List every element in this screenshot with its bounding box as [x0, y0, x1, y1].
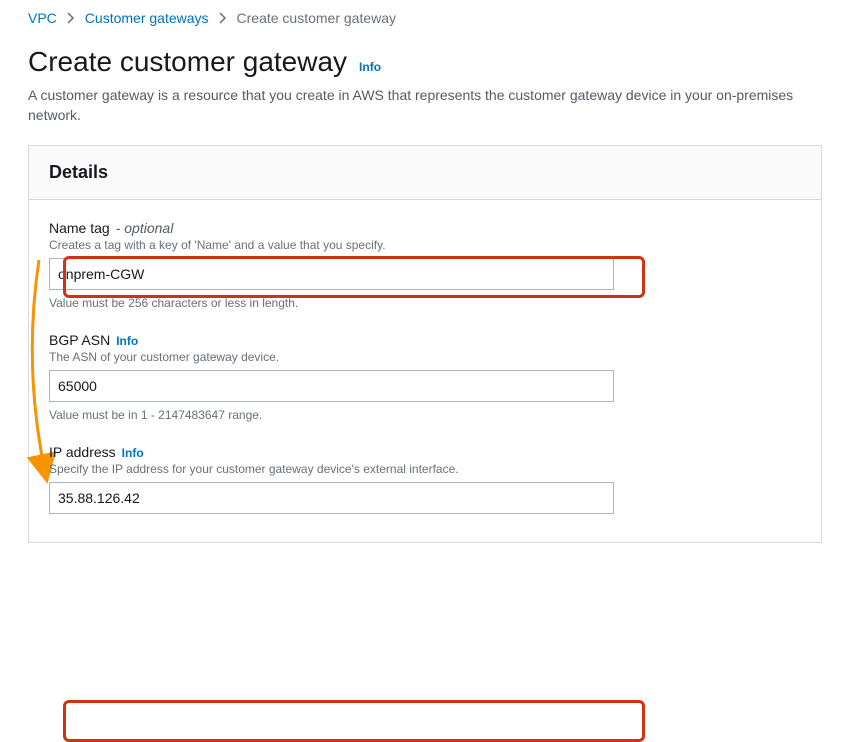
- breadcrumb-customer-gateways[interactable]: Customer gateways: [85, 10, 209, 26]
- panel-body: Name tag optional Creates a tag with a k…: [29, 200, 821, 542]
- page-info-link[interactable]: Info: [359, 60, 381, 74]
- ip-address-info-link[interactable]: Info: [122, 446, 144, 460]
- ip-address-subtext: Specify the IP address for your customer…: [49, 462, 801, 476]
- bgp-asn-label-row: BGP ASN Info: [49, 332, 801, 348]
- name-tag-helper: Value must be 256 characters or less in …: [49, 296, 801, 310]
- ip-address-label: IP address: [49, 444, 116, 460]
- breadcrumb-vpc[interactable]: VPC: [28, 10, 57, 26]
- field-name-tag: Name tag optional Creates a tag with a k…: [49, 220, 801, 310]
- chevron-right-icon: [67, 12, 75, 24]
- chevron-right-icon: [219, 12, 227, 24]
- bgp-asn-helper: Value must be in 1 - 2147483647 range.: [49, 408, 801, 422]
- bgp-asn-info-link[interactable]: Info: [116, 334, 138, 348]
- bgp-asn-label: BGP ASN: [49, 332, 110, 348]
- name-tag-label-row: Name tag optional: [49, 220, 801, 236]
- field-bgp-asn: BGP ASN Info The ASN of your customer ga…: [49, 332, 801, 422]
- field-ip-address: IP address Info Specify the IP address f…: [49, 444, 801, 514]
- page-title: Create customer gateway: [28, 46, 347, 78]
- breadcrumb: VPC Customer gateways Create customer ga…: [28, 8, 822, 46]
- ip-address-label-row: IP address Info: [49, 444, 801, 460]
- annotation-highlight: [63, 700, 645, 742]
- panel-header: Details: [29, 146, 821, 200]
- details-panel: Details Name tag optional Creates a tag …: [28, 145, 822, 543]
- page-title-row: Create customer gateway Info: [28, 46, 822, 78]
- bgp-asn-input[interactable]: [49, 370, 614, 402]
- name-tag-label: Name tag: [49, 220, 110, 236]
- name-tag-input[interactable]: [49, 258, 614, 290]
- breadcrumb-current: Create customer gateway: [237, 10, 397, 26]
- page-description: A customer gateway is a resource that yo…: [28, 86, 822, 125]
- name-tag-optional: optional: [116, 220, 174, 236]
- ip-address-input[interactable]: [49, 482, 614, 514]
- name-tag-subtext: Creates a tag with a key of 'Name' and a…: [49, 238, 801, 252]
- bgp-asn-subtext: The ASN of your customer gateway device.: [49, 350, 801, 364]
